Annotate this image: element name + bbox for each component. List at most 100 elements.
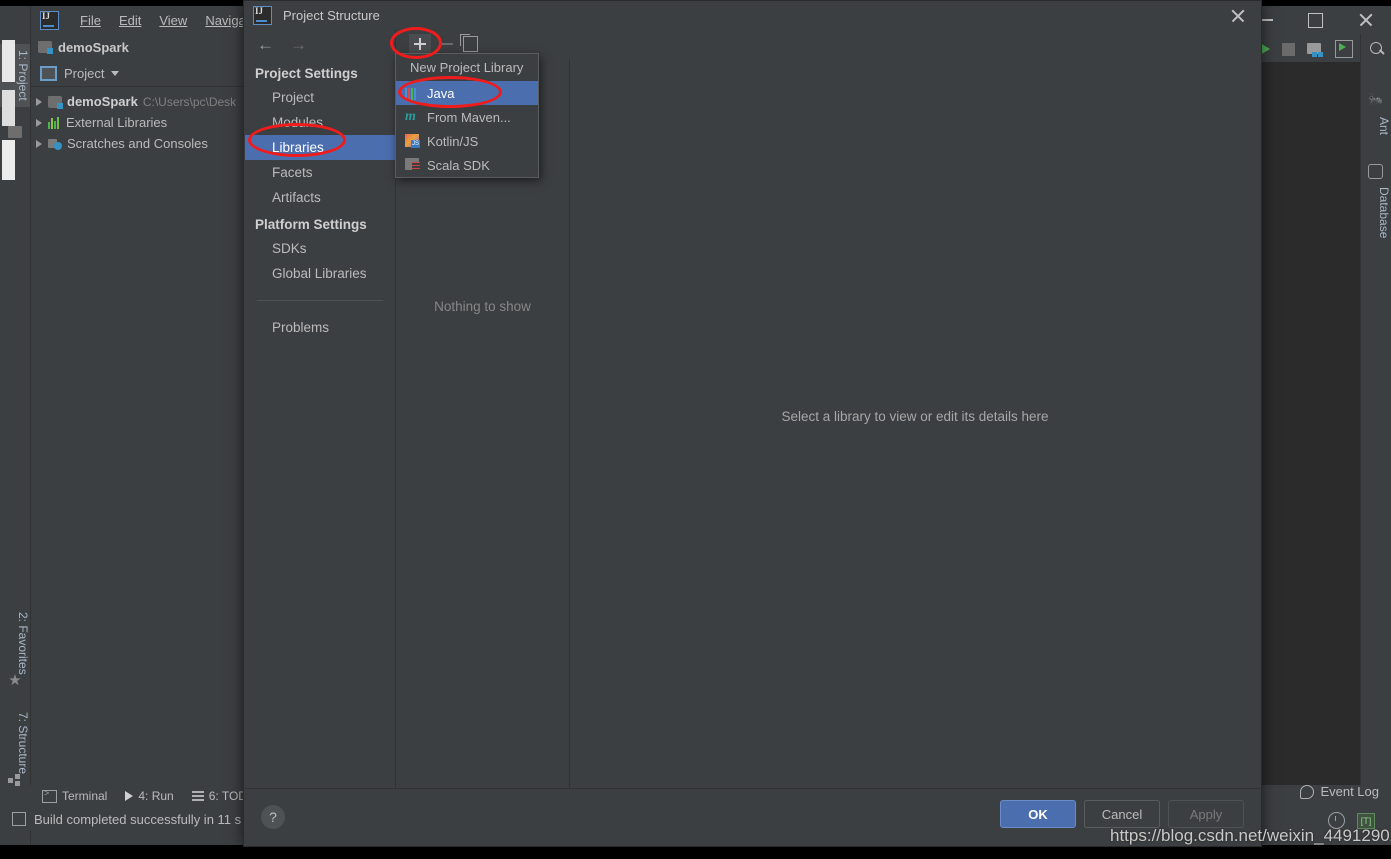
- event-log-button[interactable]: Event Log: [1300, 784, 1379, 799]
- remove-library-button[interactable]: [441, 43, 453, 45]
- add-library-button[interactable]: [409, 34, 431, 54]
- maximize-button[interactable]: [1307, 12, 1323, 28]
- library-list-empty-text: Nothing to show: [434, 299, 531, 314]
- cancel-button[interactable]: Cancel: [1084, 800, 1160, 828]
- database-icon: [1368, 164, 1383, 179]
- maven-icon: m: [405, 109, 416, 124]
- dialog-footer: ? OK Cancel Apply: [245, 788, 1260, 845]
- nav-item-libraries[interactable]: Libraries: [245, 135, 395, 160]
- toolwindow-run[interactable]: 4: Run: [125, 789, 174, 803]
- intellij-logo-icon: [40, 10, 59, 30]
- new-library-popup-menu: New Project Library Java m From Maven...…: [395, 53, 539, 178]
- popup-item-scala-sdk[interactable]: Scala SDK: [396, 153, 538, 177]
- sidebar-item-database-label: Database: [1377, 187, 1391, 239]
- menu-item-file[interactable]: File: [71, 11, 110, 30]
- popup-item-from-maven[interactable]: m From Maven...: [396, 105, 538, 129]
- close-icon[interactable]: [1229, 7, 1247, 25]
- search-icon[interactable]: [1370, 42, 1385, 56]
- toolwindow-terminal-label: Terminal: [62, 789, 108, 803]
- nav-item-artifacts[interactable]: Artifacts: [245, 185, 395, 210]
- nav-item-project[interactable]: Project: [245, 85, 395, 110]
- project-tree: demoSpark C:\Users\pc\Desk External Libr…: [30, 88, 245, 791]
- scala-icon: [405, 158, 420, 172]
- menu-item-edit[interactable]: Edit: [110, 11, 150, 30]
- nav-group-project-settings: Project Settings: [255, 66, 358, 81]
- popup-item-kotlin-js-label: Kotlin/JS: [427, 133, 479, 149]
- tree-item-label: Scratches and Consoles: [67, 136, 208, 151]
- menu-item-view[interactable]: View: [150, 11, 196, 30]
- window-controls: [1241, 6, 1391, 34]
- toolwindow-terminal[interactable]: Terminal: [42, 788, 108, 803]
- tree-row[interactable]: Scratches and Consoles: [30, 133, 245, 154]
- edge-icon-misc: [2, 90, 15, 126]
- library-detail-panel: Select a library to view or edit its det…: [570, 29, 1260, 790]
- project-view-label: Project: [64, 65, 105, 81]
- nav-item-problems[interactable]: Problems: [245, 315, 395, 340]
- project-toolwindow-header: demoSpark: [30, 34, 253, 60]
- edge-icon-blue: [2, 140, 15, 180]
- sidebar-item-structure-label: 7: Structure: [16, 712, 30, 775]
- copy-library-button[interactable]: [460, 34, 478, 52]
- tree-item-path: C:\Users\pc\Desk: [142, 94, 237, 109]
- sidebar-item-database[interactable]: Database: [1361, 182, 1391, 243]
- build-icon: [12, 812, 26, 826]
- sidebar-item-favorites[interactable]: 2: Favorites: [0, 606, 30, 681]
- expand-triangle-icon[interactable]: [36, 97, 42, 106]
- nav-item-global-libraries[interactable]: Global Libraries: [245, 261, 395, 286]
- popup-item-kotlin-js[interactable]: Kotlin/JS: [396, 129, 538, 153]
- stop-icon[interactable]: [1282, 42, 1295, 56]
- library-detail-empty-text: Select a library to view or edit its det…: [781, 409, 1049, 424]
- nav-item-facets[interactable]: Facets: [245, 160, 395, 185]
- apply-button[interactable]: Apply: [1168, 800, 1244, 828]
- tree-item-label: demoSpark: [67, 94, 138, 109]
- nav-item-sdks[interactable]: SDKs: [245, 236, 395, 261]
- structure-icon: [8, 774, 22, 788]
- popup-header-label: New Project Library: [410, 60, 524, 75]
- dialog-title-bar: Project Structure: [244, 1, 1261, 29]
- screenshot-root: File Edit View Navigate Cod: [0, 0, 1391, 859]
- tree-row[interactable]: demoSpark C:\Users\pc\Desk: [30, 91, 245, 112]
- event-log-label: Event Log: [1320, 784, 1379, 799]
- chevron-down-icon: [111, 70, 120, 76]
- project-structure-dialog: Project Structure ← → Project Settings P…: [243, 0, 1262, 847]
- run-configuration-icon[interactable]: [1335, 40, 1353, 58]
- project-view-icon: [40, 65, 57, 81]
- back-arrow-icon[interactable]: ←: [257, 36, 274, 53]
- sidebar-item-favorites-label: 2: Favorites: [16, 612, 30, 675]
- nav-history-controls: ← →: [245, 29, 395, 59]
- expand-triangle-icon[interactable]: [36, 118, 42, 127]
- nav-group-platform-settings: Platform Settings: [255, 217, 367, 232]
- forward-arrow-icon[interactable]: →: [290, 36, 307, 53]
- toolwindow-run-label: 4: Run: [138, 789, 174, 803]
- toolwindow-todo[interactable]: 6: TOD: [191, 789, 247, 803]
- tree-row[interactable]: External Libraries: [30, 112, 245, 133]
- java-icon: [405, 87, 420, 100]
- ok-button[interactable]: OK: [1000, 800, 1076, 828]
- expand-triangle-icon[interactable]: [36, 139, 42, 148]
- tree-item-label: External Libraries: [66, 115, 168, 130]
- project-structure-icon[interactable]: [1307, 41, 1323, 57]
- popup-item-from-maven-label: From Maven...: [427, 109, 511, 125]
- popup-item-java[interactable]: Java: [396, 81, 538, 105]
- watermark-url: https://blog.csdn.net/weixin_44912902: [1110, 826, 1391, 845]
- sidebar-item-ant[interactable]: Ant: [1361, 112, 1391, 140]
- toolwindow-todo-label: 6: TOD: [208, 789, 247, 803]
- project-strip-folder-icon: [8, 126, 22, 138]
- sidebar-item-structure[interactable]: 7: Structure: [0, 706, 30, 780]
- project-view-selector[interactable]: Project: [30, 60, 255, 87]
- nav-item-modules[interactable]: Modules: [245, 110, 395, 135]
- kotlin-js-icon: [405, 134, 420, 148]
- folder-icon: [48, 95, 63, 109]
- nav-divider: [257, 300, 383, 301]
- library-icon: [48, 116, 61, 129]
- right-toolwindow-strip: 🐜 Ant Database: [1360, 34, 1391, 804]
- star-icon: ★: [8, 672, 22, 689]
- menu-file-label: File: [80, 12, 101, 28]
- sidebar-item-ant-label: Ant: [1377, 117, 1391, 136]
- project-name-label: demoSpark: [58, 39, 129, 55]
- event-log-icon: [1300, 784, 1315, 799]
- help-button[interactable]: ?: [261, 805, 285, 829]
- close-window-button[interactable]: [1358, 12, 1374, 28]
- popup-item-scala-sdk-label: Scala SDK: [427, 157, 490, 173]
- window-bottom-edge: [0, 845, 1391, 859]
